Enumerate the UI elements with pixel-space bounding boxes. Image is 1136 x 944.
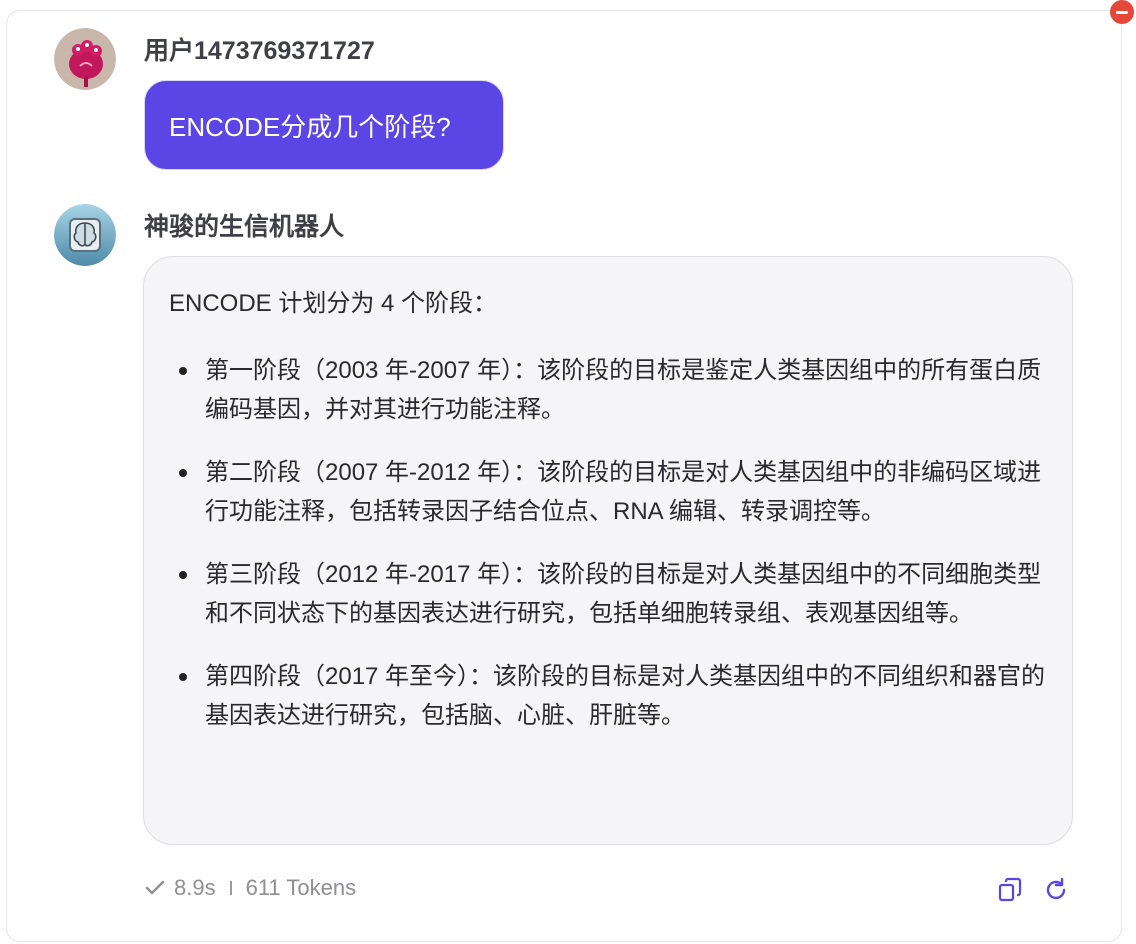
bot-avatar: [54, 204, 116, 266]
token-count: 611 Tokens: [245, 875, 357, 900]
stage-list: 第一阶段（2003 年-2007 年）：该阶段的目标是鉴定人类基因组中的所有蛋白…: [169, 351, 1048, 735]
user-avatar: [54, 28, 116, 90]
list-item: 第一阶段（2003 年-2007 年）：该阶段的目标是鉴定人类基因组中的所有蛋白…: [169, 351, 1048, 429]
user-name: 用户1473769371727: [144, 37, 375, 65]
user-message: ENCODE分成几个阶段?: [144, 80, 504, 170]
duration-text: 8.9s: [174, 875, 216, 900]
bot-name: 神骏的生信机器人: [144, 213, 345, 241]
refresh-icon[interactable]: [1042, 876, 1070, 904]
remove-icon[interactable]: [1110, 0, 1134, 24]
bot-intro: ENCODE 计划分为 4 个阶段：: [169, 290, 498, 317]
copy-icon[interactable]: [996, 876, 1024, 904]
message-footer: 8.9s 611 Tokens: [144, 873, 356, 903]
list-item: 第二阶段（2007 年-2012 年）：该阶段的目标是对人类基因组中的非编码区域…: [169, 453, 1048, 531]
list-item: 第三阶段（2012 年-2017 年）：该阶段的目标是对人类基因组中的不同细胞类…: [169, 555, 1048, 633]
divider: [229, 881, 232, 895]
bot-message: ENCODE 计划分为 4 个阶段： 第一阶段（2003 年-2007 年）：该…: [143, 256, 1073, 845]
check-icon: [144, 877, 166, 899]
list-item: 第四阶段（2017 年至今）：该阶段的目标是对人类基因组中的不同组织和器官的基因…: [169, 657, 1048, 735]
